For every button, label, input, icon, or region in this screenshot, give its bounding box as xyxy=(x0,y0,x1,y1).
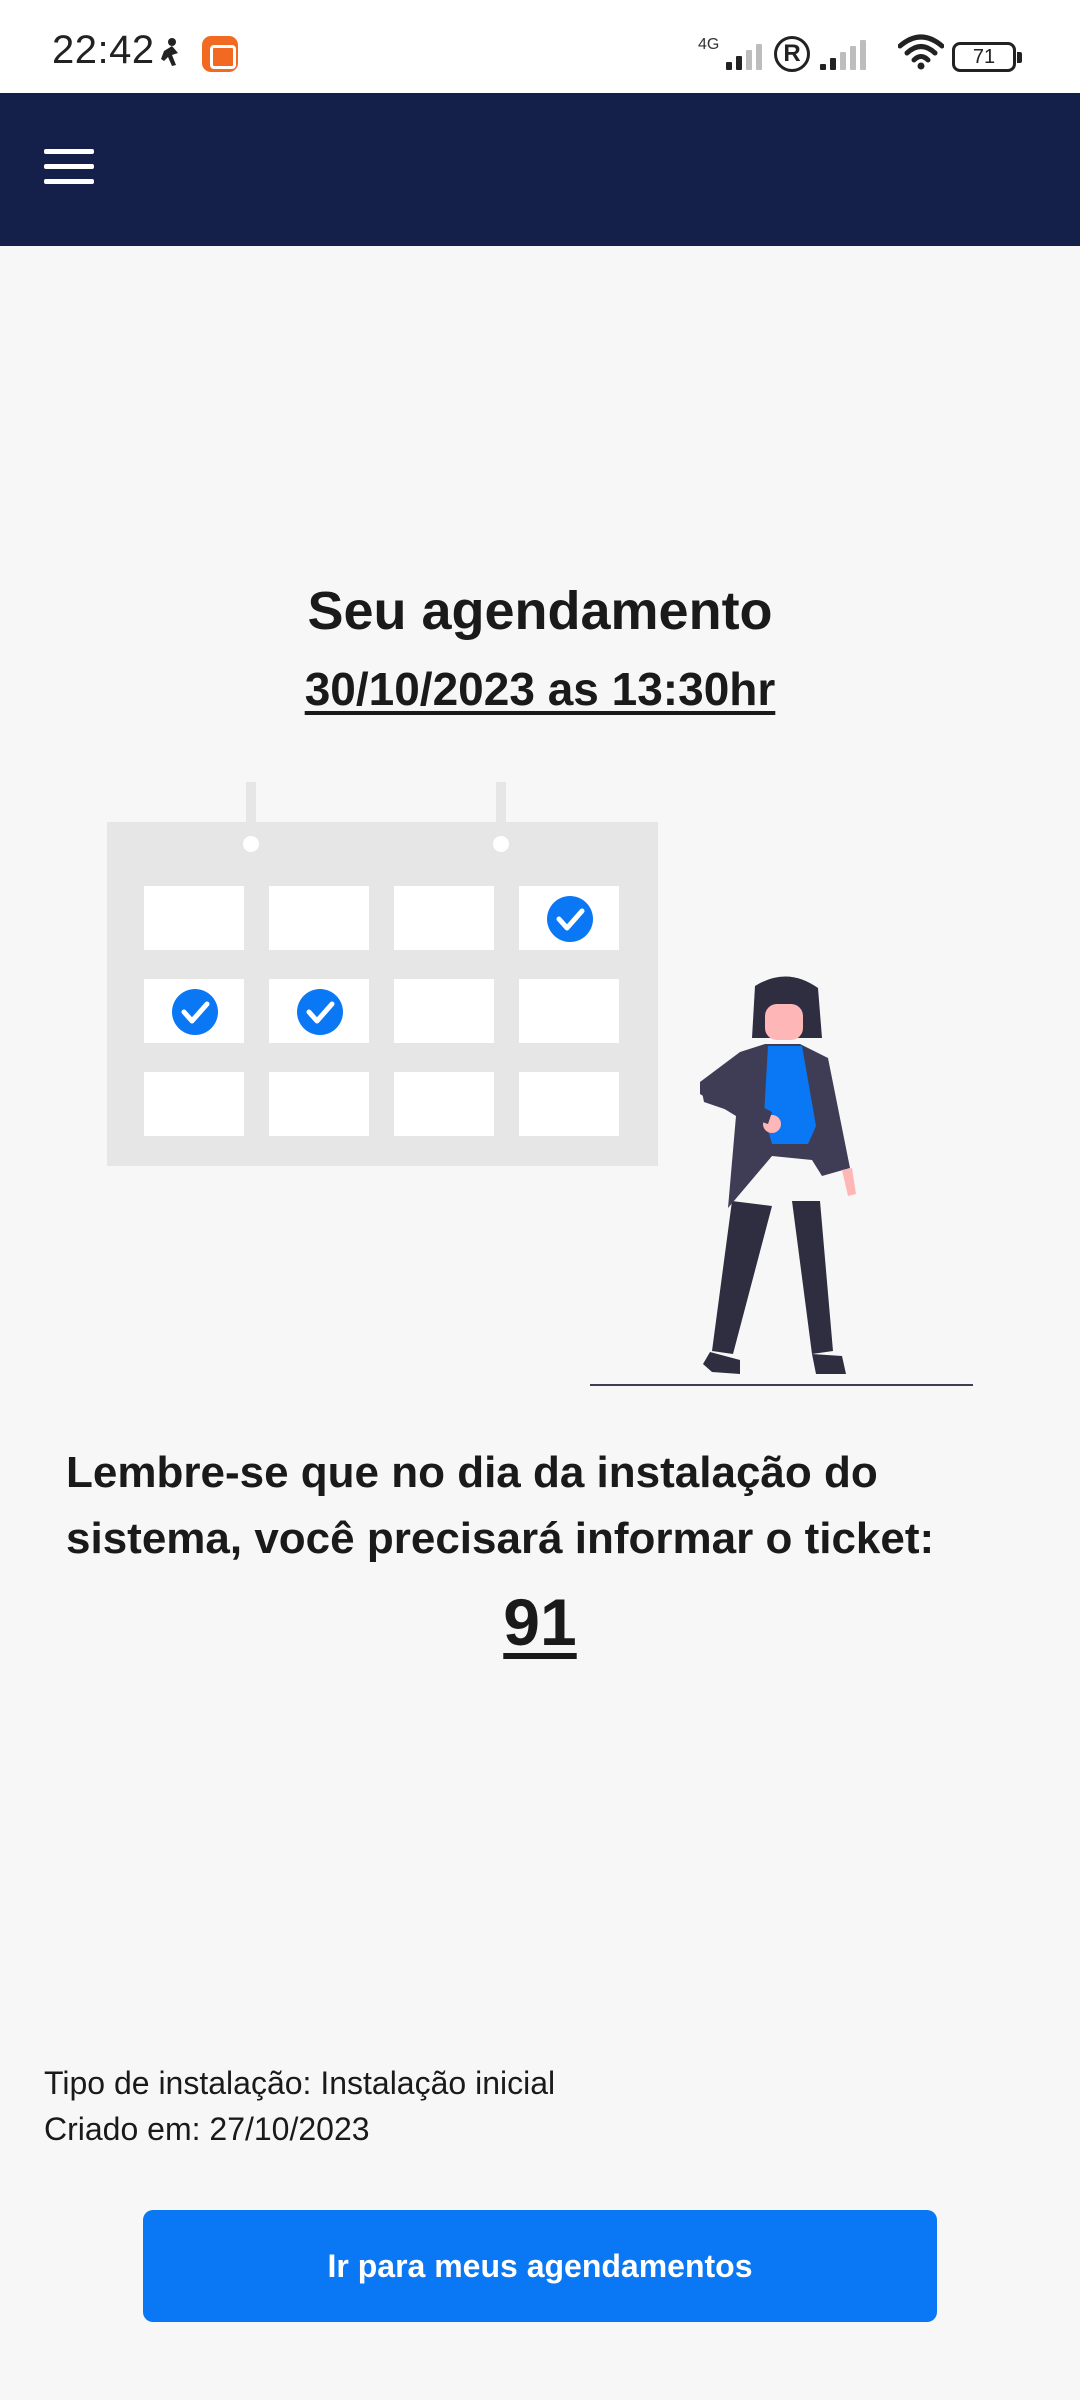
person-illustration xyxy=(700,976,856,1374)
created-at: Criado em: 27/10/2023 xyxy=(44,2111,370,2147)
ticket-number: 91 xyxy=(503,1585,577,1659)
check-circle-icon xyxy=(297,989,343,1035)
check-circle-icon xyxy=(547,896,593,942)
installation-type: Tipo de instalação: Instalação inicial xyxy=(44,2065,556,2101)
wifi-icon xyxy=(898,34,944,70)
calendar-illustration xyxy=(107,782,973,1386)
page-title: Seu agendamento xyxy=(307,581,773,641)
screen-recorder-icon xyxy=(202,36,238,72)
calendar-icon xyxy=(107,782,658,1166)
signal-icon xyxy=(820,40,870,70)
status-time: 22:42 xyxy=(52,28,155,72)
registered-icon: R xyxy=(774,36,810,72)
check-circle-icon xyxy=(172,989,218,1035)
app-header xyxy=(0,93,1080,246)
go-to-appointments-button[interactable]: Ir para meus agendamentos xyxy=(143,2210,937,2322)
network-type-label: 4G xyxy=(698,36,720,53)
hamburger-menu-icon[interactable] xyxy=(44,149,98,189)
status-bar: 22:42 4G R 71 xyxy=(0,0,1080,93)
signal-icon xyxy=(726,40,772,70)
appointment-info: Tipo de instalação: Instalação inicial C… xyxy=(44,2060,555,2152)
appointment-datetime: 30/10/2023 as 13:30hr xyxy=(304,663,776,715)
battery-icon: 71 xyxy=(952,42,1022,72)
ticket-reminder-text: Lembre-se que no dia da instalação do si… xyxy=(66,1448,935,1563)
person-icon xyxy=(161,38,178,66)
